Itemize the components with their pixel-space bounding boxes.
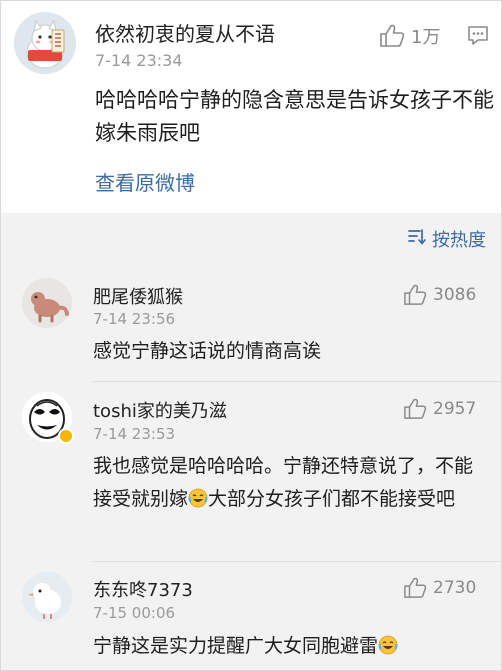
sort-label: 按热度	[432, 230, 486, 251]
laughing-tears-emoji-icon	[188, 486, 208, 508]
lizard-avatar-icon[interactable]	[22, 278, 72, 328]
verified-badge-icon	[58, 428, 74, 444]
comment-like-count: 2957	[433, 399, 477, 419]
comment-text-body: 宁静这是实力提醒广大女同胞避雷	[93, 635, 379, 657]
post-like-button[interactable]: 1万	[379, 23, 440, 49]
comment-timestamp: 7-15 00:06	[93, 604, 176, 622]
thumbs-up-icon	[403, 577, 427, 599]
laughing-tears-emoji-icon	[378, 633, 398, 655]
bird-avatar-icon[interactable]	[22, 572, 72, 622]
comment-like-count: 3086	[433, 285, 477, 305]
comment-like-button[interactable]: 2730	[403, 577, 476, 599]
comment-icon[interactable]	[467, 24, 489, 50]
sort-icon	[407, 228, 427, 251]
sort-toggle[interactable]: 按热度	[407, 226, 486, 252]
comment-text: 感觉宁静这话说的情商高诶	[93, 340, 322, 362]
comment-item: 东东咚7373 7-15 00:06 2730 宁静这是实力提醒广大女同胞避雷	[0, 562, 502, 671]
cat-avatar-icon[interactable]	[14, 12, 76, 74]
comment-item: toshi家的美乃滋 7-14 23:53 2957 我也感觉是哈哈哈哈。宁静还…	[0, 382, 502, 562]
main-post: 依然初衷的夏从不语 7-14 23:34 1万 哈哈哈哈宁静的隐含意思是告诉女孩…	[0, 0, 502, 213]
comment-timestamp: 7-14 23:56	[93, 310, 176, 328]
comment-item: 肥尾倭狐猴 7-14 23:56 3086 感觉宁静这话说的情商高诶	[0, 270, 502, 382]
comment-like-count: 2730	[433, 578, 477, 598]
post-author-name[interactable]: 依然初衷的夏从不语	[95, 18, 275, 47]
post-timestamp: 7-14 23:34	[95, 51, 183, 70]
post-text: 哈哈哈哈宁静的隐含意思是告诉女孩子不能嫁朱雨辰吧	[95, 88, 494, 145]
view-original-link[interactable]: 查看原微博	[95, 167, 195, 196]
comment-like-button[interactable]: 3086	[403, 284, 476, 306]
comment-text: 宁静这是实力提醒广大女同胞避雷	[93, 630, 488, 663]
comment-author-name[interactable]: 东东咚7373	[93, 576, 193, 602]
thumbs-up-icon	[379, 24, 405, 48]
thumbs-up-icon	[403, 284, 427, 306]
comment-like-button[interactable]: 2957	[403, 398, 476, 420]
comment-text-part2: 大部分女孩子们都不能接受吧	[208, 488, 456, 510]
comment-author-name[interactable]: toshi家的美乃滋	[93, 397, 227, 423]
comment-author-name[interactable]: 肥尾倭狐猴	[93, 283, 183, 309]
thumbs-up-icon	[403, 398, 427, 420]
comment-timestamp: 7-14 23:53	[93, 425, 176, 443]
post-like-count: 1万	[411, 27, 441, 48]
comment-text: 我也感觉是哈哈哈哈。宁静还特意说了，不能接受就别嫁 大部分女孩子们都不能接受吧	[93, 450, 488, 516]
